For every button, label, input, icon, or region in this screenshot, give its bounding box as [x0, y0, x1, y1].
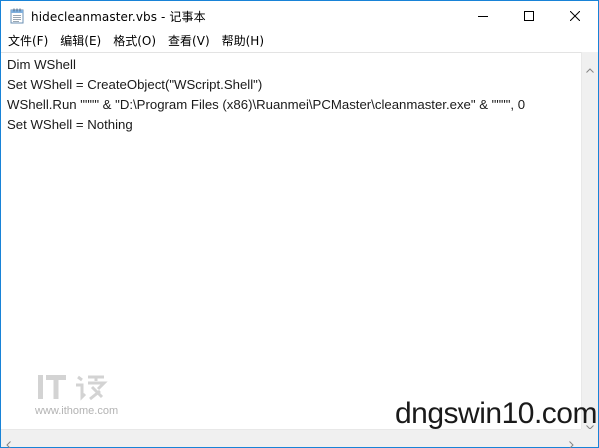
- menu-edit[interactable]: 编辑(E): [54, 31, 107, 52]
- editor-line: Dim WShell: [7, 57, 76, 72]
- ithome-logo: [38, 371, 118, 403]
- scroll-up-icon[interactable]: [586, 58, 594, 77]
- scroll-right-icon[interactable]: [569, 434, 574, 448]
- close-button[interactable]: [552, 1, 598, 31]
- close-icon: [570, 11, 580, 21]
- ithome-watermark-url: www.ithome.com: [35, 405, 119, 417]
- notepad-icon[interactable]: [10, 8, 24, 24]
- editor-line: Set WShell = Nothing: [7, 117, 133, 132]
- scroll-left-icon[interactable]: [6, 434, 11, 448]
- dngswin-watermark: dngswin10.com: [395, 397, 597, 430]
- menu-view[interactable]: 查看(V): [162, 31, 216, 52]
- vertical-scrollbar[interactable]: [581, 52, 598, 430]
- menu-format[interactable]: 格式(O): [107, 31, 162, 52]
- editor-line: WShell.Run """" & "D:\Program Files (x86…: [7, 97, 526, 112]
- maximize-button[interactable]: [506, 1, 552, 31]
- window-title: hidecleanmaster.vbs - 记事本: [31, 10, 206, 24]
- minimize-button[interactable]: [460, 1, 506, 31]
- minimize-icon: [478, 11, 488, 21]
- title-bar[interactable]: hidecleanmaster.vbs - 记事本: [1, 1, 598, 31]
- maximize-icon: [524, 11, 534, 21]
- menu-help[interactable]: 帮助(H): [216, 31, 270, 52]
- editor-line: Set WShell = CreateObject("WScript.Shell…: [7, 77, 263, 92]
- menu-bar: 文件(F) 编辑(E) 格式(O) 查看(V) 帮助(H): [1, 31, 598, 52]
- menu-file[interactable]: 文件(F): [2, 31, 54, 52]
- horizontal-scrollbar[interactable]: [1, 429, 581, 448]
- scrollbar-corner: [581, 429, 598, 447]
